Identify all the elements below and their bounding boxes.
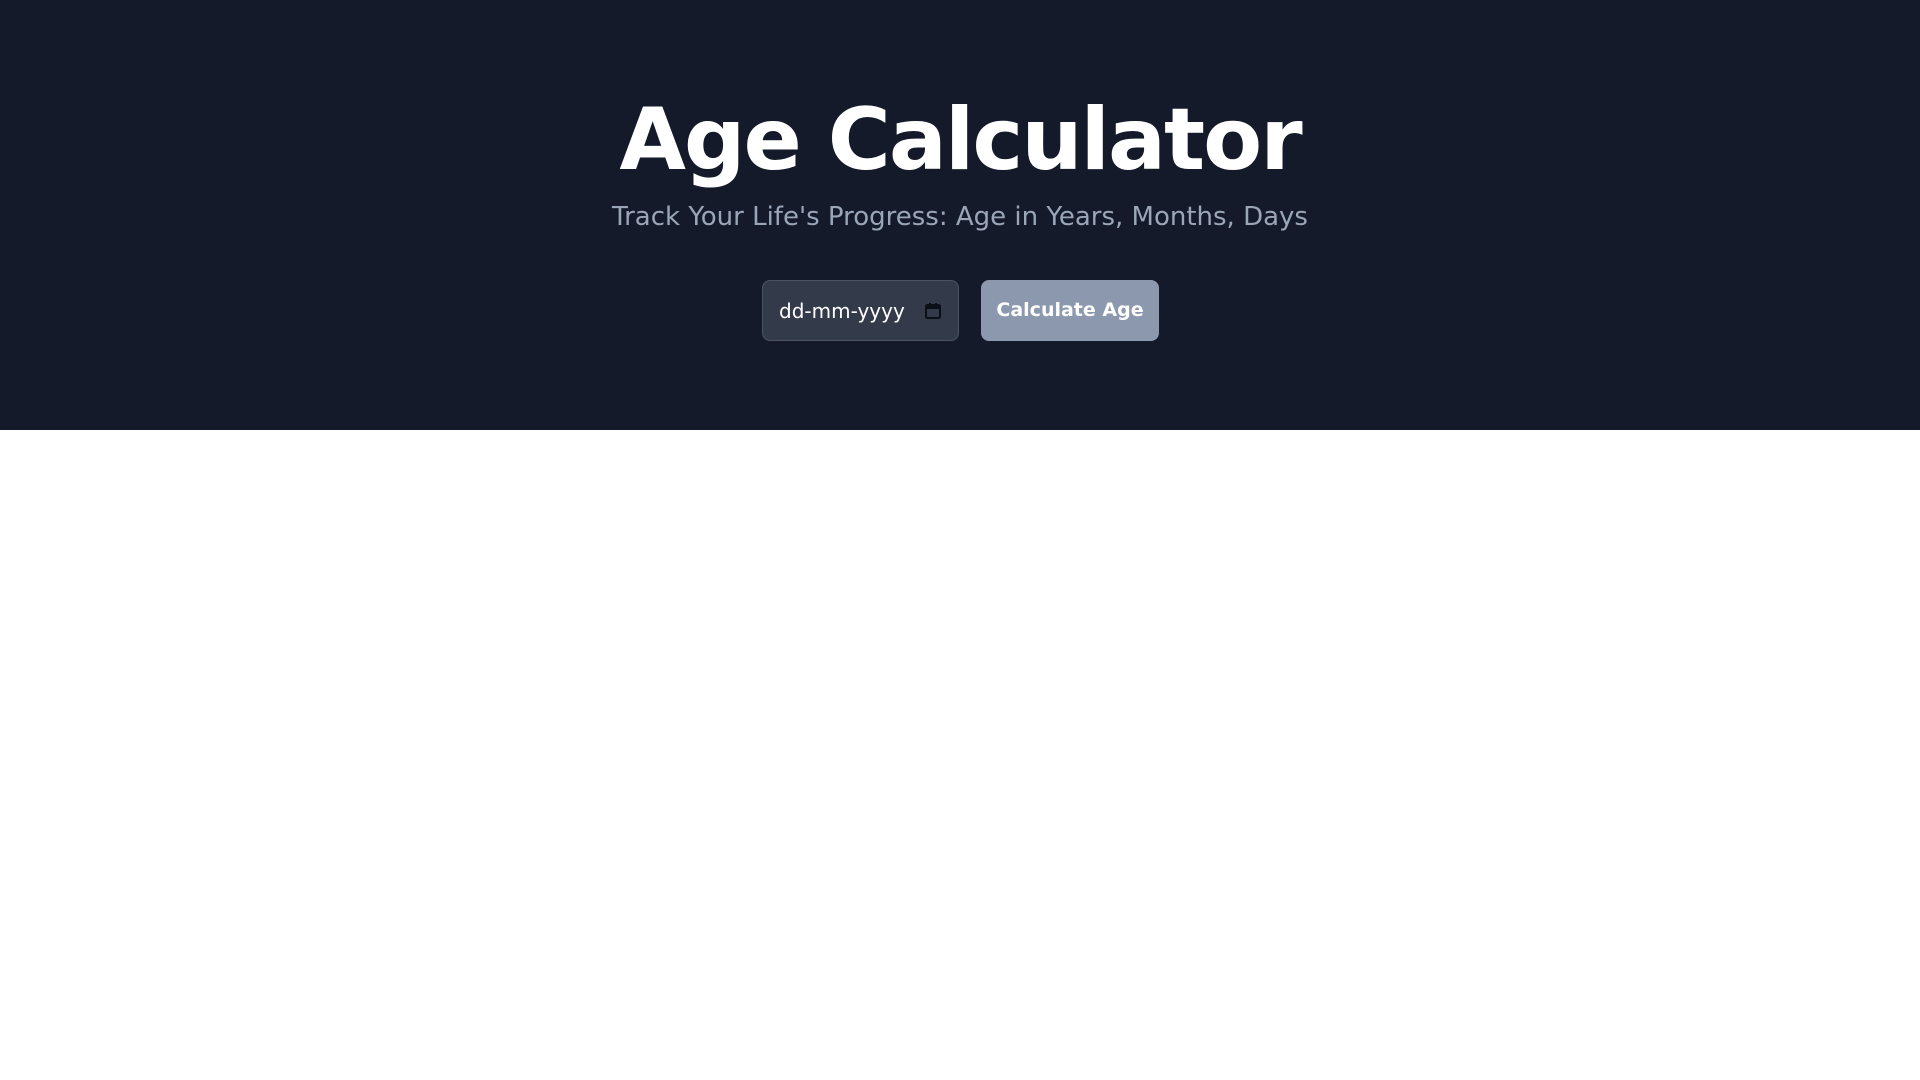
calendar-icon[interactable] [924, 302, 942, 320]
date-placeholder: dd-mm-yyyy [779, 298, 905, 323]
page-subtitle: Track Your Life's Progress: Age in Years… [612, 202, 1308, 232]
calculate-age-button[interactable]: Calculate Age [981, 280, 1159, 341]
page-title: Age Calculator [619, 90, 1302, 190]
birth-date-input[interactable]: dd-mm-yyyy [762, 280, 959, 341]
hero-section: Age Calculator Track Your Life's Progres… [0, 0, 1920, 430]
